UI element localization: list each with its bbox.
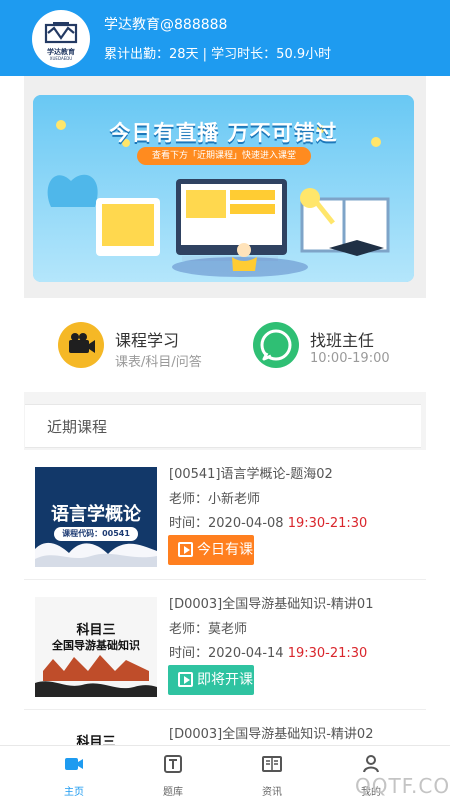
course-teacher: 老师：莫老师 bbox=[169, 622, 248, 637]
course-thumbnail: 科目三 bbox=[35, 727, 157, 745]
user-name: 学达教育@888888 bbox=[104, 17, 228, 33]
thumbnail-title: 语言学概论 bbox=[51, 504, 141, 525]
upcoming-class-button[interactable]: 即将开课 bbox=[168, 665, 254, 695]
nav-question-bank-label: 题库 bbox=[163, 787, 183, 798]
nav-news[interactable]: 资讯 bbox=[216, 746, 328, 800]
course-time: 时间：2020-04-14 19:30-21:30 bbox=[169, 642, 367, 661]
course-time-range: 19:30-21:30 bbox=[287, 646, 368, 661]
course-time: 时间：2020-04-08 19:30-21:30 bbox=[169, 512, 367, 531]
course-study-subtitle: 课表/科目/问答 bbox=[115, 355, 202, 370]
news-icon bbox=[262, 756, 282, 772]
course-card[interactable]: 科目三 全国导游基础知识 [D0003]全国导游基础知识-精讲01 老师：莫老师… bbox=[24, 581, 426, 710]
course-date: 时间：2020-04-08 bbox=[169, 516, 284, 531]
user-study-stats: 累计出勤：28天 | 学习时长：50.9小时 bbox=[104, 47, 332, 62]
profile-icon bbox=[363, 755, 379, 773]
upcoming-class-label: 即将开课 bbox=[197, 672, 253, 688]
course-title: [D0003]全国导游基础知识-精讲02 bbox=[169, 727, 374, 742]
course-card[interactable]: 语言学概论 课程代码：00541 [00541]语言学概论-题海02 老师：小新… bbox=[24, 451, 426, 580]
class-teacher-hours: 10:00-19:00 bbox=[310, 351, 390, 366]
course-title: [00541]语言学概论-题海02 bbox=[169, 467, 333, 482]
recent-courses-heading: 近期课程 bbox=[25, 404, 421, 448]
thumbnail-subject-number: 科目三 bbox=[76, 623, 116, 638]
course-date: 时间：2020-04-14 bbox=[169, 646, 284, 661]
logo-subtext: XUEDAEDU bbox=[49, 56, 73, 61]
course-teacher: 老师：小新老师 bbox=[169, 492, 261, 507]
nav-home[interactable]: 主页 bbox=[18, 746, 130, 800]
course-thumbnail: 语言学概论 课程代码：00541 bbox=[35, 467, 157, 567]
live-banner[interactable]: 今日有直播 万不可错过 查看下方「近期课程」快速进入课堂 bbox=[33, 95, 414, 282]
school-logo: 学达教育 XUEDAEDU bbox=[32, 10, 90, 68]
today-class-label: 今日有课 bbox=[197, 542, 253, 558]
play-icon bbox=[178, 542, 193, 557]
question-bank-icon bbox=[164, 755, 182, 773]
play-icon bbox=[178, 672, 193, 687]
nav-news-label: 资讯 bbox=[262, 787, 282, 798]
thumbnail-code: 课程代码：00541 bbox=[54, 527, 138, 541]
nav-question-bank[interactable]: 题库 bbox=[117, 746, 229, 800]
course-card[interactable]: 科目三 [D0003]全国导游基础知识-精讲02 bbox=[24, 711, 426, 745]
thumbnail-subject-number: 科目三 bbox=[76, 735, 116, 745]
course-title: [D0003]全国导游基础知识-精讲01 bbox=[169, 597, 374, 612]
video-camera-icon bbox=[58, 322, 104, 368]
nav-home-label: 主页 bbox=[64, 787, 84, 798]
course-thumbnail: 科目三 全国导游基础知识 bbox=[35, 597, 157, 697]
thumbnail-subject-title: 全国导游基础知识 bbox=[52, 639, 140, 652]
profile-header: 学达教育 XUEDAEDU 学达教育@888888 累计出勤：28天 | 学习时… bbox=[0, 0, 450, 76]
watermark-text: QQTF.COM bbox=[355, 774, 450, 798]
course-study-title: 课程学习 bbox=[115, 331, 180, 350]
video-icon bbox=[65, 758, 83, 770]
app-screen: 学达教育 XUEDAEDU 学达教育@888888 累计出勤：28天 | 学习时… bbox=[0, 0, 450, 800]
class-teacher-title: 找班主任 bbox=[310, 331, 375, 350]
chat-icon bbox=[253, 322, 299, 368]
quick-actions: 课程学习 课表/科目/问答 找班主任 10:00-19:00 bbox=[0, 313, 450, 378]
banner-title: 今日有直播 万不可错过 bbox=[109, 121, 338, 145]
banner-subtitle: 查看下方「近期课程」快速进入课堂 bbox=[137, 147, 311, 165]
course-time-range: 19:30-21:30 bbox=[287, 516, 368, 531]
today-class-button[interactable]: 今日有课 bbox=[168, 535, 254, 565]
